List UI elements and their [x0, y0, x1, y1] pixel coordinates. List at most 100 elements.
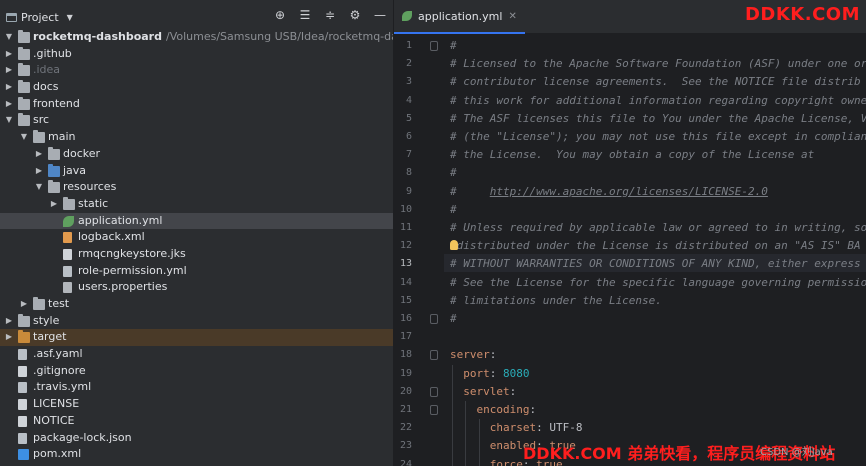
tree-item[interactable]: ▼ src — [0, 112, 393, 129]
expand-all-icon[interactable]: ≑ — [323, 8, 337, 22]
minimize-icon[interactable]: — — [373, 8, 387, 22]
line-number[interactable]: 5 — [394, 113, 412, 124]
tree-item[interactable]: NOTICE — [0, 413, 393, 430]
chevron-right-icon[interactable]: ▶ — [4, 313, 14, 330]
gear-icon[interactable]: ⚙ — [348, 8, 362, 22]
chevron-down-icon[interactable]: ▼ — [34, 179, 44, 196]
chevron-down-icon[interactable]: ▼ — [4, 29, 14, 46]
tree-item-name: application.yml — [78, 213, 163, 227]
line-number[interactable]: 15 — [394, 295, 412, 306]
line-number[interactable]: 12 — [394, 240, 412, 251]
tree-item[interactable]: pom.xml — [0, 446, 393, 463]
tree-item-name: test — [48, 297, 70, 310]
fold-marker-icon[interactable] — [430, 405, 438, 415]
fold-marker-icon[interactable] — [430, 41, 438, 51]
line-number[interactable]: 9 — [394, 186, 412, 197]
folder-icon — [18, 46, 30, 60]
line-number[interactable]: 1 — [394, 40, 412, 51]
project-view-selector[interactable]: Project ▼ — [6, 11, 73, 24]
tree-item-name: logback.xml — [78, 230, 145, 244]
json-file-icon — [18, 432, 27, 444]
chevron-right-icon[interactable]: ▶ — [34, 146, 44, 163]
line-number[interactable]: 21 — [394, 404, 412, 415]
line-number[interactable]: 22 — [394, 422, 412, 433]
tree-item[interactable]: LICENSE — [0, 396, 393, 413]
line-number[interactable]: 4 — [394, 95, 412, 106]
tree-item[interactable]: ▶ frontend — [0, 96, 393, 113]
tree-item[interactable]: ▼ rocketmq-dashboard/Volumes/Samsung USB/… — [0, 29, 393, 46]
chevron-right-icon[interactable]: ▶ — [4, 79, 14, 96]
folder-icon — [18, 313, 30, 327]
line-number[interactable]: 13 — [394, 258, 412, 269]
fold-marker-icon[interactable] — [430, 350, 438, 361]
crosshair-icon[interactable]: ⊕ — [273, 8, 287, 22]
line-number[interactable]: 14 — [394, 277, 412, 288]
code-token: # — [450, 312, 457, 325]
tree-item[interactable]: ▼ resources — [0, 179, 393, 196]
line-number[interactable]: 17 — [394, 331, 412, 342]
tree-item[interactable]: ▶ docker — [0, 146, 393, 163]
line-number[interactable]: 8 — [394, 167, 412, 178]
file-icon — [63, 248, 72, 260]
line-number[interactable]: 10 — [394, 204, 412, 215]
chevron-right-icon[interactable]: ▶ — [4, 329, 14, 346]
tree-item[interactable]: .travis.yml — [0, 379, 393, 396]
line-number[interactable]: 3 — [394, 76, 412, 87]
line-number[interactable]: 2 — [394, 58, 412, 69]
tree-item[interactable]: package-lock.json — [0, 430, 393, 447]
close-icon[interactable]: ✕ — [508, 11, 516, 22]
code-line: port: 8080 — [450, 367, 529, 380]
chevron-right-icon[interactable]: ▶ — [49, 196, 59, 213]
code-area[interactable]: # # Licensed to the Apache Software Found… — [444, 34, 866, 466]
line-number[interactable]: 11 — [394, 222, 412, 233]
line-number[interactable]: 7 — [394, 149, 412, 160]
tree-item[interactable]: ▶ java — [0, 163, 393, 180]
tree-item[interactable]: .asf.yaml — [0, 346, 393, 363]
fold-marker-icon[interactable] — [430, 386, 438, 397]
tree-item-name: docs — [33, 80, 59, 94]
folder-icon — [63, 196, 75, 210]
line-number-gutter: 1 2 3 4 5 6 7 8 9 10 11 12 13 14 15 16 17 18 19 20 21 22 23 24 — [394, 34, 444, 466]
code-line: # — [450, 39, 457, 52]
tree-item[interactable]: ▶ static — [0, 196, 393, 213]
tree-item[interactable]: ▶ .idea — [0, 62, 393, 79]
chevron-right-icon[interactable]: ▶ — [34, 163, 44, 180]
tree-item-label: target — [33, 329, 66, 346]
code-token: force — [489, 457, 523, 466]
tree-item[interactable]: ▼ main — [0, 129, 393, 146]
line-number[interactable]: 23 — [394, 440, 412, 451]
tree-item-name: pom.xml — [33, 447, 82, 461]
chevron-down-icon[interactable]: ▼ — [19, 129, 29, 146]
tree-item[interactable]: users.properties — [0, 279, 393, 296]
chevron-down-icon[interactable]: ▼ — [4, 112, 14, 129]
tree-item[interactable]: ▶ target — [0, 329, 393, 347]
chevron-right-icon[interactable]: ▶ — [19, 296, 29, 313]
tab-application-yml[interactable]: application.yml ✕ — [394, 0, 525, 34]
tree-item[interactable]: application.yml — [0, 212, 393, 230]
collapse-all-icon[interactable]: ☰ — [298, 8, 312, 22]
chevron-right-icon[interactable]: ▶ — [4, 62, 14, 79]
chevron-right-icon[interactable]: ▶ — [4, 46, 14, 63]
project-window-icon — [6, 12, 17, 22]
tree-item[interactable]: .gitignore — [0, 363, 393, 380]
code-token: # Licensed to the Apache Software Founda… — [450, 57, 866, 71]
chevron-right-icon[interactable]: ▶ — [4, 96, 14, 113]
line-number[interactable]: 19 — [394, 368, 412, 379]
tree-item[interactable]: rmqcngkeystore.jks — [0, 246, 393, 263]
fold-marker-icon[interactable] — [430, 314, 438, 324]
line-number[interactable]: 16 — [394, 313, 412, 324]
line-number[interactable]: 6 — [394, 131, 412, 142]
line-number[interactable]: 20 — [394, 386, 412, 397]
tree-item[interactable]: ▶ test — [0, 296, 393, 313]
tree-item[interactable]: ▶ docs — [0, 79, 393, 96]
tree-item[interactable]: role-permission.yml — [0, 263, 393, 280]
tree-item[interactable]: ▶ .github — [0, 46, 393, 63]
code-line: # Unless required by applicable law or a… — [450, 221, 866, 234]
tree-item[interactable]: logback.xml — [0, 229, 393, 246]
line-number[interactable]: 18 — [394, 349, 412, 360]
lightbulb-icon[interactable] — [450, 240, 458, 251]
tree-item-label: frontend — [33, 96, 80, 113]
line-number[interactable]: 24 — [394, 459, 412, 466]
tree-item[interactable]: ▶ style — [0, 313, 393, 330]
